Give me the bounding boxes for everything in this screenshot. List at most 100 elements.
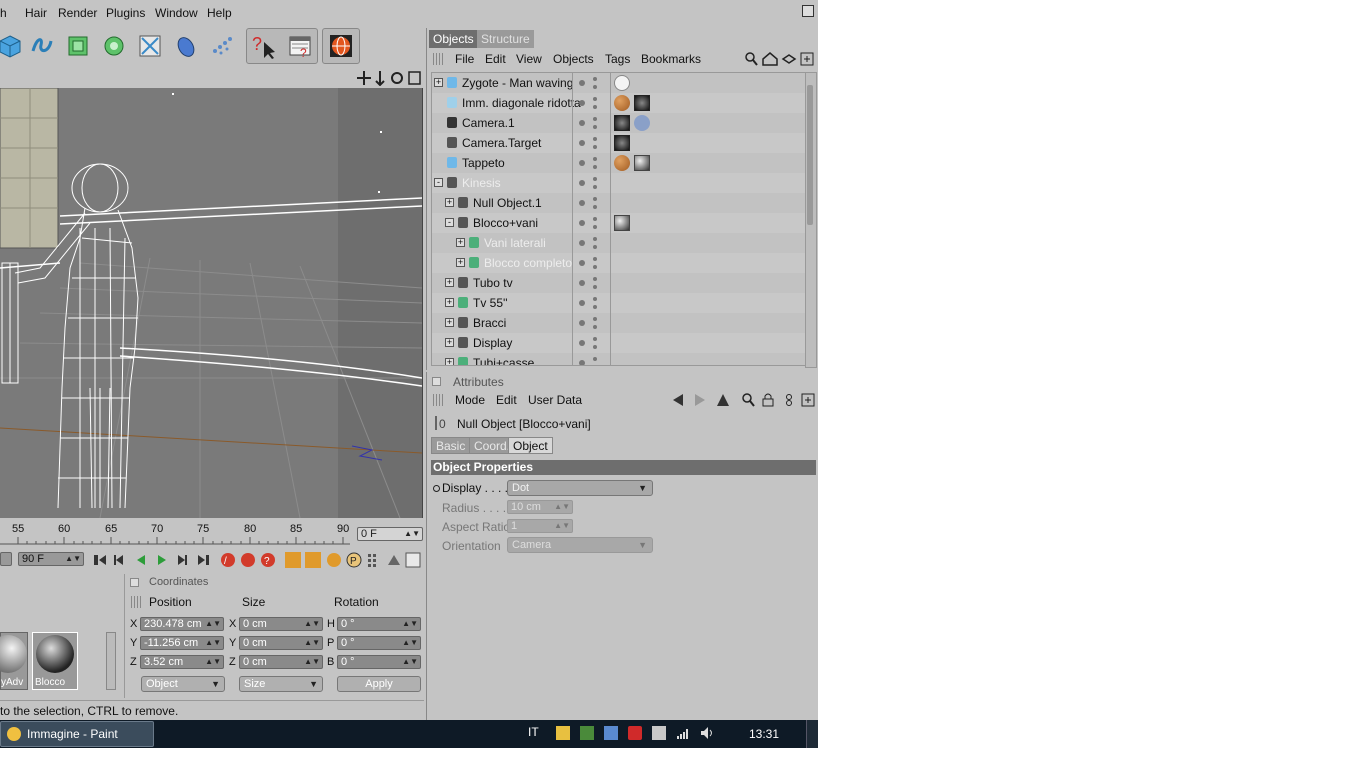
tab-basic[interactable]: Basic — [431, 437, 471, 454]
object-tag-icon[interactable] — [614, 75, 630, 91]
viewport-nav-icons[interactable] — [356, 70, 422, 86]
render-visibility-dot[interactable] — [593, 137, 597, 141]
restore-window-icon[interactable] — [802, 5, 814, 17]
menu-item-help[interactable]: Help — [207, 6, 232, 20]
menu-item-hair[interactable]: Hair — [25, 6, 47, 20]
collapse-icon[interactable]: - — [434, 178, 443, 187]
render-visibility-dot[interactable] — [593, 297, 597, 301]
3d-viewport[interactable] — [0, 88, 423, 518]
object-row[interactable]: + Tubo tv — [432, 273, 808, 293]
pos-z-field[interactable]: 3.52 cm ▲▼ — [140, 655, 224, 669]
tray-device-icon[interactable] — [580, 726, 594, 740]
size-z-field[interactable]: 0 cm ▲▼ — [239, 655, 323, 669]
editor-visibility-dot[interactable] — [579, 360, 585, 365]
deformer-icon[interactable] — [134, 30, 166, 62]
menu-edit[interactable]: Edit — [485, 52, 506, 66]
render-visibility-dot[interactable] — [593, 105, 597, 109]
render-visibility-dot[interactable] — [593, 277, 597, 281]
render-visibility-dot[interactable] — [593, 145, 597, 149]
object-row[interactable]: + Bracci — [432, 313, 808, 333]
object-row[interactable]: + Zygote - Man waving — [432, 73, 808, 93]
object-tag-icon[interactable] — [614, 135, 630, 151]
material-swatch[interactable]: yAdv — [0, 632, 28, 690]
render-settings-icon[interactable]: ? — [284, 30, 316, 62]
editor-visibility-dot[interactable] — [579, 300, 585, 306]
render-visibility-dot[interactable] — [593, 325, 597, 329]
editor-visibility-dot[interactable] — [579, 120, 585, 126]
object-tag-icon[interactable] — [634, 115, 650, 131]
aspect-ratio-field[interactable]: 1 ▲▼ — [507, 519, 573, 533]
key-filter-icons[interactable]: P — [284, 551, 424, 569]
expand-icon[interactable]: + — [456, 258, 465, 267]
object-tag-icon[interactable] — [614, 95, 630, 111]
object-tag-icon[interactable] — [614, 215, 630, 231]
rot-h-field[interactable]: 0 ° ▲▼ — [337, 617, 421, 631]
size-y-field[interactable]: 0 cm ▲▼ — [239, 636, 323, 650]
rot-b-field[interactable]: 0 ° ▲▼ — [337, 655, 421, 669]
radius-field[interactable]: 10 cm ▲▼ — [507, 500, 573, 514]
expand-icon[interactable]: + — [445, 338, 454, 347]
object-row[interactable]: + Tv 55'' — [432, 293, 808, 313]
editor-visibility-dot[interactable] — [579, 100, 585, 106]
size-x-field[interactable]: 0 cm ▲▼ — [239, 617, 323, 631]
menu-file[interactable]: File — [455, 52, 474, 66]
editor-visibility-dot[interactable] — [579, 260, 585, 266]
expand-icon[interactable]: + — [445, 198, 454, 207]
volume-icon[interactable] — [700, 726, 714, 740]
timeline[interactable]: 55 60 65 70 75 80 85 90 0 F ▲▼ — [0, 520, 424, 548]
tray-flag-icon[interactable] — [556, 726, 570, 740]
menu-item-render[interactable]: Render — [58, 6, 97, 20]
render-visibility-dot[interactable] — [593, 345, 597, 349]
menu-view[interactable]: View — [516, 52, 542, 66]
render-visibility-dot[interactable] — [593, 185, 597, 189]
tab-object[interactable]: Object — [508, 437, 553, 454]
menu-item-plugins[interactable]: Plugins — [106, 6, 145, 20]
render-visibility-dot[interactable] — [593, 125, 597, 129]
pos-y-field[interactable]: -11.256 cm ▲▼ — [140, 636, 224, 650]
menu-bookmarks[interactable]: Bookmarks — [641, 52, 701, 66]
tray-usb-icon[interactable] — [652, 726, 666, 740]
particles-icon[interactable] — [206, 30, 238, 62]
object-row[interactable]: Tappeto — [432, 153, 808, 173]
expand-icon[interactable]: + — [434, 78, 443, 87]
size-mode-select[interactable]: Size ▼ — [239, 676, 323, 692]
render-visibility-dot[interactable] — [593, 305, 597, 309]
material-scrollbar[interactable] — [106, 632, 116, 690]
menu-item-window[interactable]: Window — [155, 6, 198, 20]
render-visibility-dot[interactable] — [593, 217, 597, 221]
spline-icon[interactable] — [26, 30, 58, 62]
render-visibility-dot[interactable] — [593, 85, 597, 89]
display-select[interactable]: Dot ▼ — [507, 480, 653, 496]
render-visibility-dot[interactable] — [593, 365, 597, 366]
coordinates-toggle[interactable] — [130, 578, 139, 587]
object-tag-icon[interactable] — [614, 115, 630, 131]
render-visibility-dot[interactable] — [593, 197, 597, 201]
end-frame-field[interactable]: 90 F ▲▼ — [18, 552, 84, 566]
object-row[interactable]: + Null Object.1 — [432, 193, 808, 213]
render-visibility-dot[interactable] — [593, 237, 597, 241]
editor-visibility-dot[interactable] — [579, 220, 585, 226]
render-visibility-dot[interactable] — [593, 177, 597, 181]
expand-icon[interactable]: + — [445, 278, 454, 287]
expand-icon[interactable]: + — [445, 358, 454, 365]
editor-visibility-dot[interactable] — [579, 140, 585, 146]
attributes-toggle[interactable] — [432, 377, 441, 386]
help-pointer-icon[interactable]: ? — [248, 30, 280, 62]
clock[interactable]: 13:31 — [749, 727, 779, 741]
editor-visibility-dot[interactable] — [579, 200, 585, 206]
environment-icon[interactable] — [170, 30, 202, 62]
globe-render-icon[interactable] — [325, 30, 357, 62]
menu-objects[interactable]: Objects — [553, 52, 594, 66]
editor-visibility-dot[interactable] — [579, 280, 585, 286]
pos-x-field[interactable]: 230.478 cm ▲▼ — [140, 617, 224, 631]
object-manager-tools[interactable] — [743, 51, 817, 67]
attributes-tools[interactable] — [671, 392, 817, 408]
object-tag-icon[interactable] — [634, 95, 650, 111]
tab-objects[interactable]: Objects — [429, 30, 478, 48]
apply-button[interactable]: Apply — [337, 676, 421, 692]
attr-menu-userdata[interactable]: User Data — [528, 393, 582, 407]
material-swatch-blocco[interactable]: Blocco — [32, 632, 78, 690]
array-icon[interactable] — [98, 30, 130, 62]
record-keys-icons[interactable]: / ? — [218, 551, 278, 569]
render-visibility-dot[interactable] — [593, 257, 597, 261]
